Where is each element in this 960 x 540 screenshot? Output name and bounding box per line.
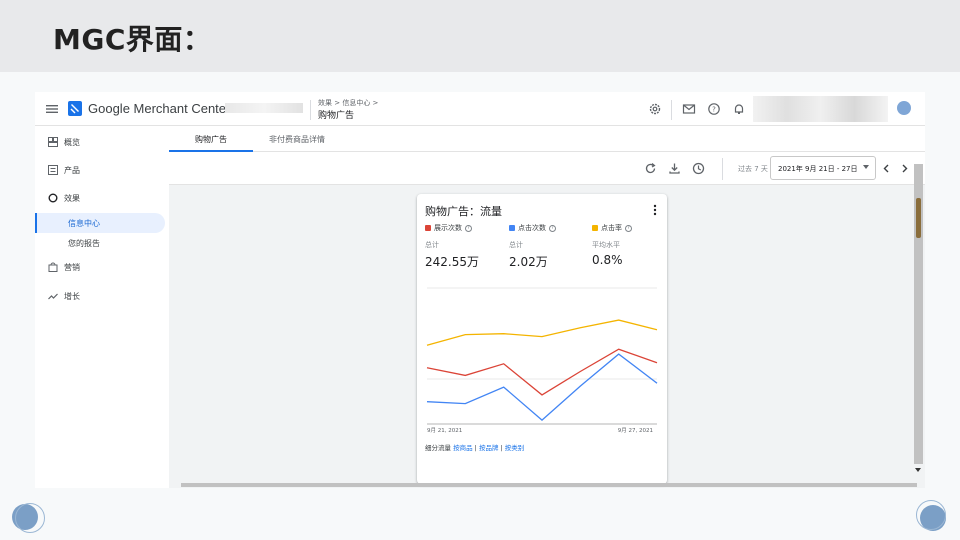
avatar[interactable] (897, 101, 911, 115)
sidebar-item-label: 增长 (64, 292, 80, 301)
date-range-select[interactable]: 2021年 9月 21日 - 27日 (770, 156, 876, 180)
decorative-ring (916, 500, 946, 530)
brand-name[interactable]: Google Merchant Center (88, 101, 230, 116)
legend-ctr[interactable]: 点击率 ? (592, 223, 632, 233)
divider (671, 100, 672, 120)
sidebar-item-overview[interactable]: 概览 (35, 132, 165, 152)
breakdown-label: 细分流量 (425, 444, 451, 452)
slide-title: MGC界面： (53, 23, 212, 56)
metric-label: 总计 (425, 241, 439, 249)
traffic-line-chart: 9月 21, 2021 9月 27, 2021 (426, 287, 658, 434)
sidebar-item-label: 您的报告 (68, 239, 100, 248)
sidebar-item-growth[interactable]: 增长 (35, 286, 165, 306)
overview-icon (48, 137, 58, 147)
sidebar-item-label: 效果 (64, 194, 80, 203)
help-icon[interactable]: ? (549, 224, 556, 232)
separator: | (500, 444, 503, 452)
download-icon[interactable] (668, 162, 681, 175)
sidebar-item-reports[interactable]: 您的报告 (35, 233, 165, 253)
vertical-scrollbar[interactable] (914, 164, 923, 464)
card-title: 购物广告：流量 (425, 205, 502, 218)
x-tick-label: 9月 21, 2021 (427, 427, 462, 434)
sidebar-item-label: 产品 (64, 166, 80, 175)
more-options-icon[interactable] (653, 204, 657, 216)
sidebar-item-label: 营销 (64, 263, 80, 272)
sidebar-item-performance[interactable]: 效果 (35, 188, 165, 208)
tab-shopping-ads[interactable]: 购物广告 (195, 134, 227, 145)
legend-swatch (425, 225, 431, 231)
merchant-center-window: Google Merchant Center 效果 > 信息中心 > 购物广告 … (35, 92, 925, 488)
legend-swatch (592, 225, 598, 231)
chevron-down-icon (863, 165, 869, 169)
page-title: 购物广告 (318, 111, 355, 121)
breakdown-link-product[interactable]: 按商品 (453, 444, 473, 452)
chevron-right-icon[interactable] (898, 162, 911, 175)
growth-icon (48, 293, 58, 300)
sidebar-item-label: 信息中心 (68, 219, 100, 228)
sidebar-item-dashboard[interactable]: 信息中心 (35, 213, 165, 233)
metric-value-ctr: 0.8% (592, 253, 623, 267)
series-line-点击率 (426, 319, 658, 346)
tab-bar: 购物广告 非付费商品详情 (169, 126, 925, 152)
traffic-card: 购物广告：流量 展示次数 ? 点击次数 ? 点击率 ? 总计 总计 平均水平 2… (417, 194, 667, 484)
horizontal-scrollbar[interactable] (181, 483, 917, 487)
series-line-点击次数 (426, 353, 658, 421)
metric-value-clicks: 2.02万 (509, 255, 548, 269)
help-icon[interactable]: ? (707, 102, 721, 116)
sidebar-item-products[interactable]: 产品 (35, 160, 165, 180)
traffic-breakdown: 细分流量 按商品 | 按品牌 | 按类别 (425, 442, 524, 452)
divider (310, 100, 311, 120)
help-icon[interactable]: ? (625, 224, 632, 232)
performance-icon (48, 193, 58, 203)
legend-swatch (509, 225, 515, 231)
notifications-icon[interactable] (732, 102, 746, 116)
legend-label: 点击率 (601, 224, 622, 232)
legend-clicks[interactable]: 点击次数 ? (509, 223, 556, 233)
separator: | (474, 444, 477, 452)
dashboard-content: 过去 7 天 2021年 9月 21日 - 27日 购物广告：流量 展示次数 ?… (169, 152, 925, 488)
breakdown-link-category[interactable]: 按类别 (505, 444, 525, 452)
metric-value-impressions: 242.55万 (425, 255, 479, 269)
help-icon[interactable]: ? (465, 224, 472, 232)
decorative-ring (15, 503, 45, 533)
settings-icon[interactable] (648, 102, 662, 116)
marketing-icon (48, 262, 58, 272)
breakdown-link-brand[interactable]: 按品牌 (479, 444, 499, 452)
mail-icon[interactable] (682, 102, 696, 116)
tab-free-listings[interactable]: 非付费商品详情 (269, 134, 325, 145)
date-range-value: 2021年 9月 21日 - 27日 (778, 165, 858, 173)
chevron-left-icon[interactable] (880, 162, 893, 175)
metric-label: 总计 (509, 241, 523, 249)
date-range-label: 过去 7 天 (738, 165, 768, 173)
top-app-bar: Google Merchant Center 效果 > 信息中心 > 购物广告 … (35, 92, 925, 126)
sidebar-item-marketing[interactable]: 营销 (35, 257, 165, 277)
breadcrumb[interactable]: 效果 > 信息中心 > (318, 98, 378, 108)
svg-text:?: ? (712, 106, 716, 114)
history-icon[interactable] (692, 162, 705, 175)
scroll-down-arrow-icon[interactable] (915, 468, 921, 472)
toolbar: 过去 7 天 2021年 9月 21日 - 27日 (169, 152, 925, 185)
sidebar-item-label: 概览 (64, 138, 80, 147)
metric-label: 平均水平 (592, 241, 620, 249)
legend-label: 点击次数 (518, 224, 546, 232)
user-account-redacted (753, 96, 888, 122)
account-name-redacted (225, 103, 303, 113)
scrollbar-thumb[interactable] (916, 198, 921, 238)
series-line-展示次数 (426, 348, 658, 396)
menu-icon[interactable] (45, 102, 59, 116)
products-icon (48, 165, 58, 175)
merchant-center-logo-icon[interactable] (68, 101, 82, 116)
legend-label: 展示次数 (434, 224, 462, 232)
sidebar: 概览 产品 效果 信息中心 您的报告 营销 增长 (35, 126, 169, 488)
legend-impressions[interactable]: 展示次数 ? (425, 223, 472, 233)
x-tick-label: 9月 27, 2021 (618, 427, 653, 434)
divider (722, 158, 723, 180)
refresh-icon[interactable] (644, 162, 657, 175)
